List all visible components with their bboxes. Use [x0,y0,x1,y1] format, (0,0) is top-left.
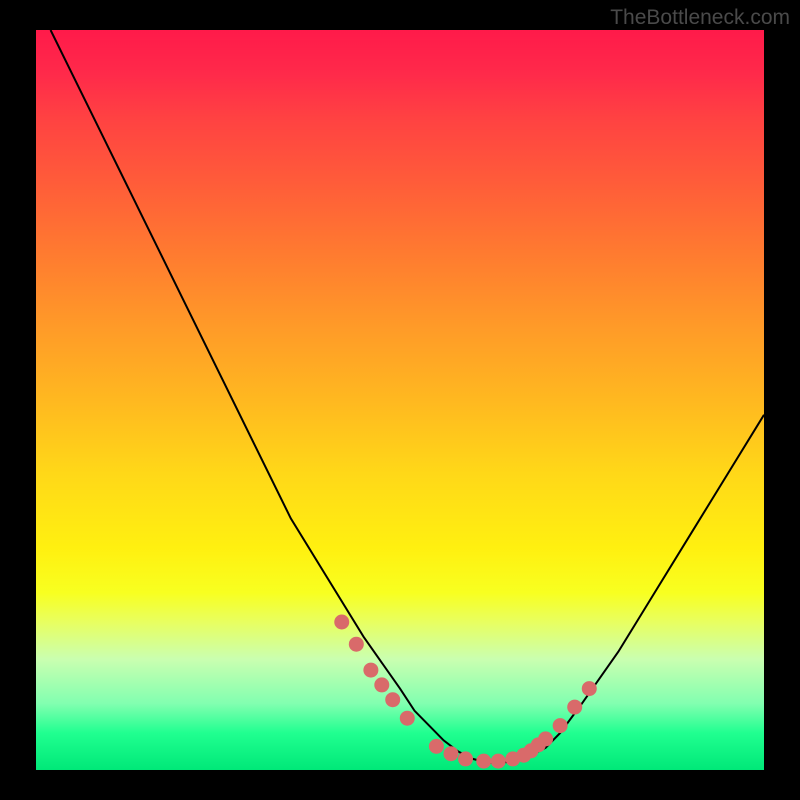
marker-dot [429,739,444,754]
watermark-text: TheBottleneck.com [610,6,790,30]
marker-dot [582,681,597,696]
marker-dot [567,700,582,715]
marker-dot [349,637,364,652]
bottleneck-curve [51,30,764,763]
marker-dot [553,718,568,733]
marker-dot [400,711,415,726]
marker-dot [538,731,553,746]
marker-dot [374,677,389,692]
chart-plot-area [36,30,764,770]
chart-svg [36,30,764,770]
marker-dot [334,615,349,630]
marker-dot [476,754,491,769]
marker-dot [363,663,378,678]
marker-dot [458,751,473,766]
curve-markers [334,615,597,769]
marker-dot [385,692,400,707]
marker-dot [491,754,506,769]
marker-dot [443,746,458,761]
